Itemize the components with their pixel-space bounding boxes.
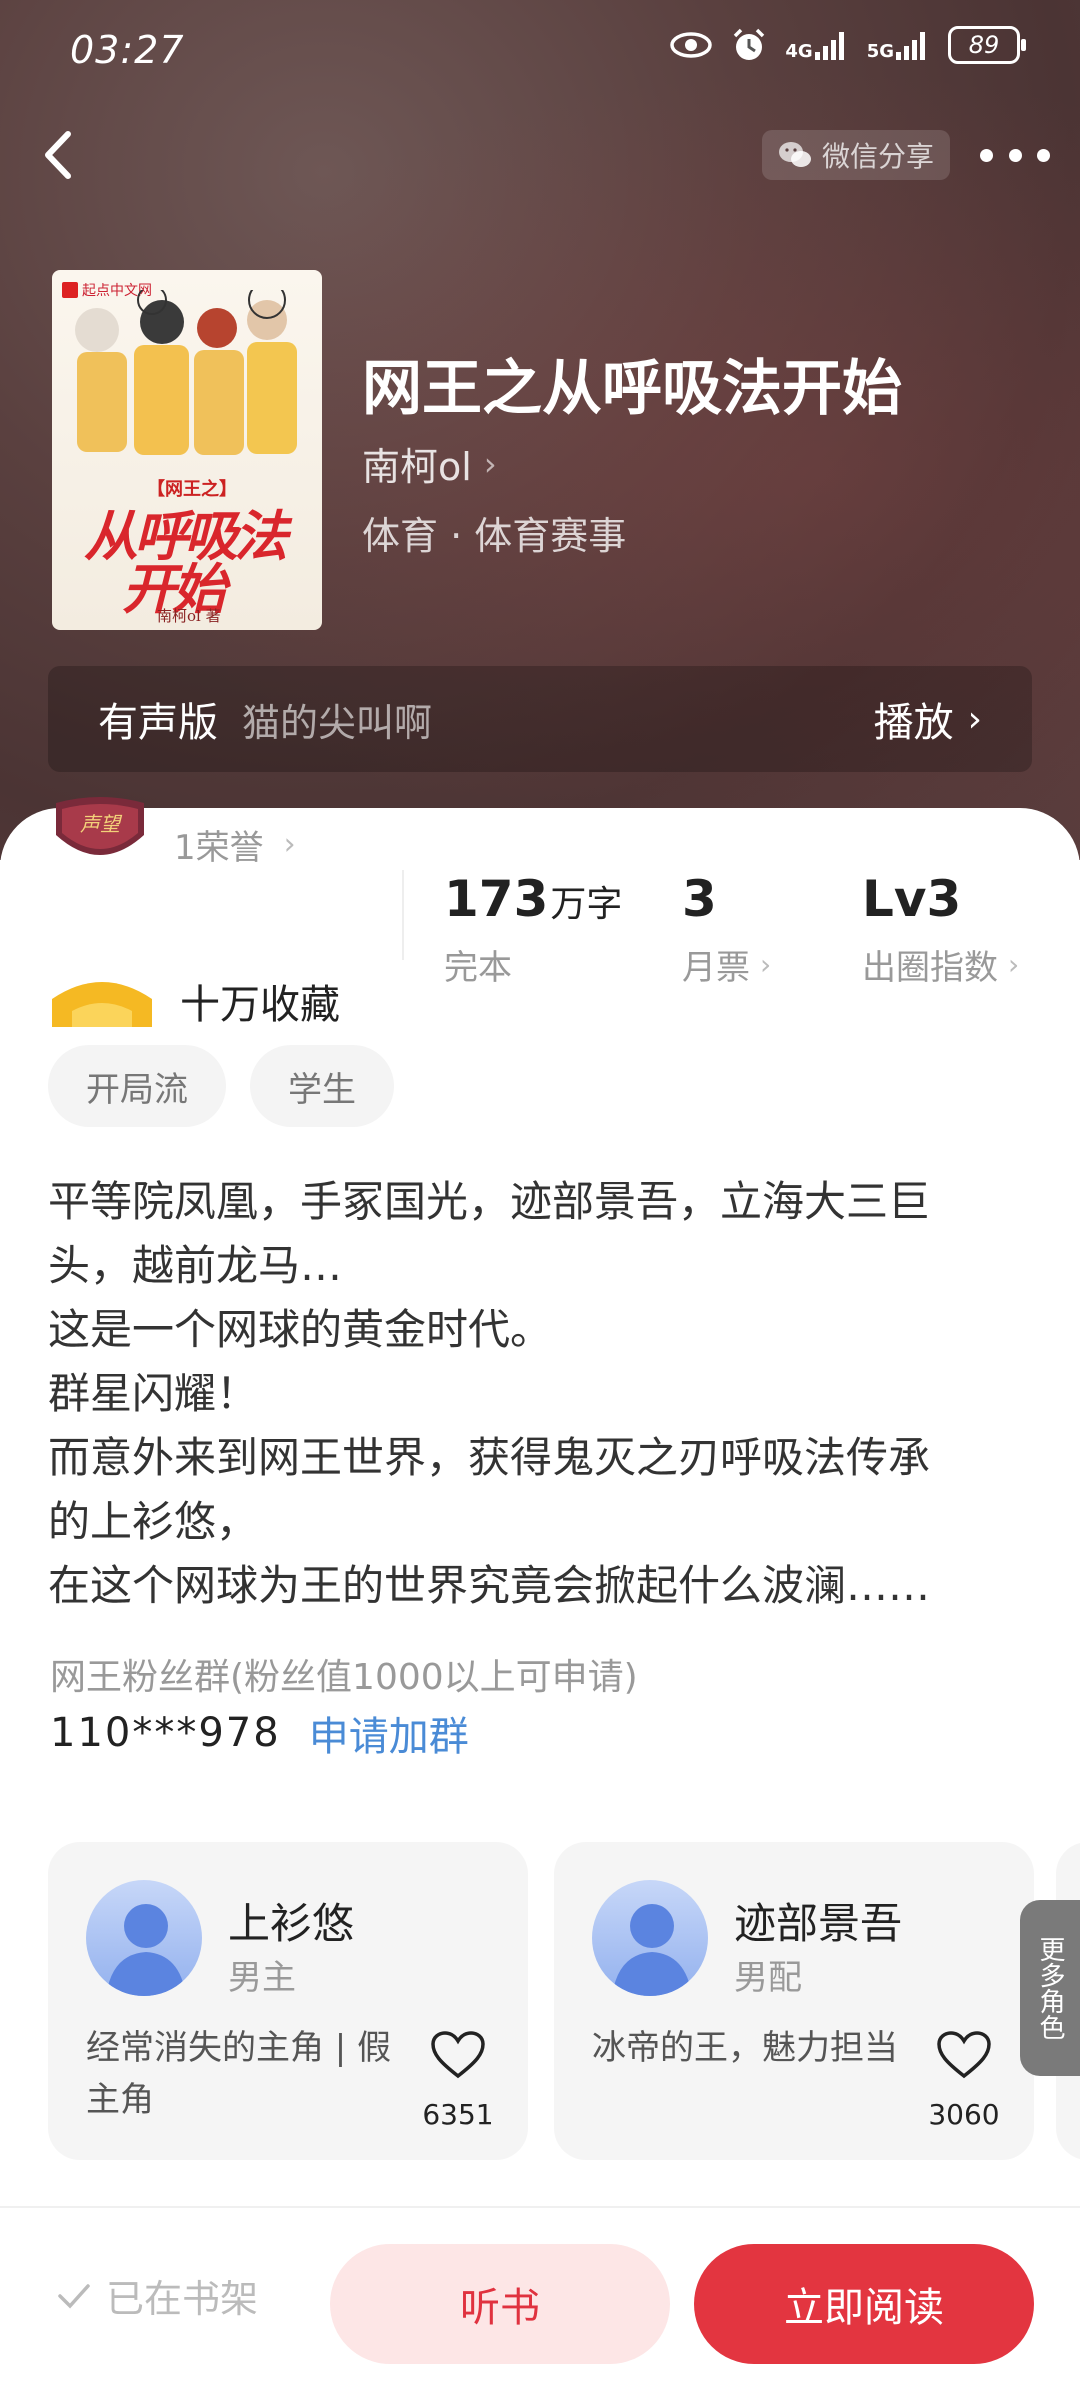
read-now-button[interactable]: 立即阅读: [694, 2244, 1034, 2364]
stat-monthly-votes[interactable]: 3 月票 ›: [682, 870, 771, 989]
favorites-text: 十万收藏: [180, 982, 340, 1028]
stat-word-count-unit: 万字: [550, 884, 623, 925]
book-cover[interactable]: 起点中文网 【网王之】 从呼吸法 开始 南柯ol 著: [52, 270, 322, 630]
chevron-right-icon: ›: [760, 948, 772, 981]
book-genre: 体育 · 体育赛事: [362, 514, 627, 558]
audio-play-label: 播放: [873, 700, 954, 746]
wechat-icon: [779, 142, 811, 167]
back-button[interactable]: [30, 120, 90, 190]
eye-icon: [670, 32, 713, 58]
alarm-icon: [734, 28, 765, 60]
network-5g-label: 5G: [866, 41, 894, 62]
apply-join-group-link[interactable]: 申请加群: [309, 1704, 469, 1762]
author-name: 南柯ol: [362, 445, 472, 489]
character-role-type: 男主: [228, 1958, 296, 1998]
wechat-share-label: 微信分享: [822, 140, 935, 173]
more-dot-icon: [1008, 148, 1022, 162]
stats-divider: [402, 870, 404, 960]
stat-word-count-value: 173: [444, 870, 549, 928]
status-icons: 4G 5G 89: [669, 26, 1026, 64]
stat-monthly-votes-value: 3: [682, 870, 717, 928]
character-likes: 6351: [422, 2098, 494, 2131]
bottom-bar-divider: [0, 2206, 1080, 2208]
audio-narrator: 猫的尖叫啊: [242, 700, 433, 745]
status-time: 03:27: [70, 28, 185, 72]
chevron-right-icon: ›: [283, 827, 296, 862]
on-shelf-label: 已在书架: [106, 2277, 259, 2321]
character-role-type: 男配: [734, 1958, 802, 1998]
stat-popularity-index[interactable]: Lv3 出圈指数 ›: [862, 870, 1019, 989]
stat-popularity-value: Lv3: [862, 870, 962, 928]
battery-level: 89: [968, 31, 1000, 59]
more-characters-button[interactable]: 更多角色: [1020, 1900, 1080, 2076]
stat-word-count: 173万字 完本: [444, 870, 622, 989]
crown-icon: [52, 982, 152, 1027]
network-4g-label: 4G: [785, 41, 813, 62]
more-options-button[interactable]: [980, 145, 1050, 165]
honor-link[interactable]: 1荣誉 ›: [174, 820, 296, 869]
fan-group-row: 110***978 申请加群: [50, 1704, 469, 1762]
favorites-badge: 十万收藏: [52, 972, 340, 1030]
stat-popularity-label: 出圈指数: [862, 948, 998, 988]
book-title: 网王之从呼吸法开始: [362, 354, 902, 424]
more-dot-icon: [1037, 148, 1050, 162]
character-card[interactable]: 上衫悠 男主 经常消失的主角 | 假主角 6351: [48, 1842, 528, 2160]
character-card[interactable]: 迹部景吾 男配 冰帝的王，魅力担当 3060: [554, 1842, 1034, 2160]
audio-version-bar[interactable]: 有声版 猫的尖叫啊 播放 ›: [48, 666, 1032, 772]
character-name: 迹部景吾: [734, 1899, 903, 1948]
tag-item[interactable]: 开局流: [48, 1045, 226, 1127]
audio-play-button[interactable]: 播放 ›: [874, 690, 982, 748]
honor-badge-text: 声望: [80, 812, 123, 836]
on-shelf-status[interactable]: 已在书架: [56, 2268, 258, 2323]
character-list: 上衫悠 男主 经常消失的主角 | 假主角 6351 迹部景吾 男配 冰帝的王，魅…: [48, 1842, 1034, 2160]
honor-badge-icon: 声望: [56, 797, 144, 855]
honor-count: 1荣誉: [174, 828, 264, 868]
wechat-share-button[interactable]: 微信分享: [762, 130, 951, 180]
author-link[interactable]: 南柯ol ›: [362, 436, 497, 491]
chevron-right-icon: ›: [1008, 948, 1020, 981]
cover-author: 南柯ol 著: [157, 607, 221, 625]
person-silhouette-icon: [612, 1904, 692, 1996]
character-name: 上衫悠: [228, 1899, 355, 1948]
chevron-right-icon: ›: [967, 698, 982, 740]
more-dot-icon: [980, 148, 993, 162]
character-likes: 3060: [928, 2098, 1000, 2131]
character-description: 冰帝的王，魅力担当: [592, 2028, 898, 2068]
character-avatar: [86, 1880, 202, 1996]
network-5g-icon: 5G: [866, 30, 930, 62]
fan-group-label: 网王粉丝群(粉丝值1000以上可申请): [50, 1657, 638, 1698]
heart-icon[interactable]: [430, 2030, 486, 2080]
tag-list: 开局流 学生: [48, 1045, 394, 1127]
book-description[interactable]: 平等院凤凰，手冢国光，迹部景吾，立海大三巨 头，越前龙马… 这是一个网球的黄金时…: [48, 1170, 1038, 1618]
network-4g-icon: 4G: [785, 30, 848, 62]
heart-icon[interactable]: [936, 2030, 992, 2080]
battery-icon: 89: [948, 26, 1026, 64]
person-silhouette-icon: [106, 1904, 186, 1996]
checkmark-icon: [58, 2283, 90, 2309]
fan-group-number: 110***978: [50, 1710, 281, 1756]
stat-monthly-votes-label: 月票: [682, 948, 750, 988]
character-description: 经常消失的主角 | 假主角: [86, 2028, 392, 2120]
status-bar: 03:27 4G 5G 89: [0, 20, 1080, 80]
character-avatar: [592, 1880, 708, 1996]
stat-word-count-label: 完本: [444, 948, 512, 988]
tag-item[interactable]: 学生: [250, 1045, 394, 1127]
chevron-right-icon: ›: [483, 444, 497, 483]
audio-label: 有声版: [98, 700, 218, 746]
cover-illustration: [75, 290, 297, 455]
listen-button[interactable]: 听书: [330, 2244, 670, 2364]
chevron-left-icon: [45, 131, 71, 179]
